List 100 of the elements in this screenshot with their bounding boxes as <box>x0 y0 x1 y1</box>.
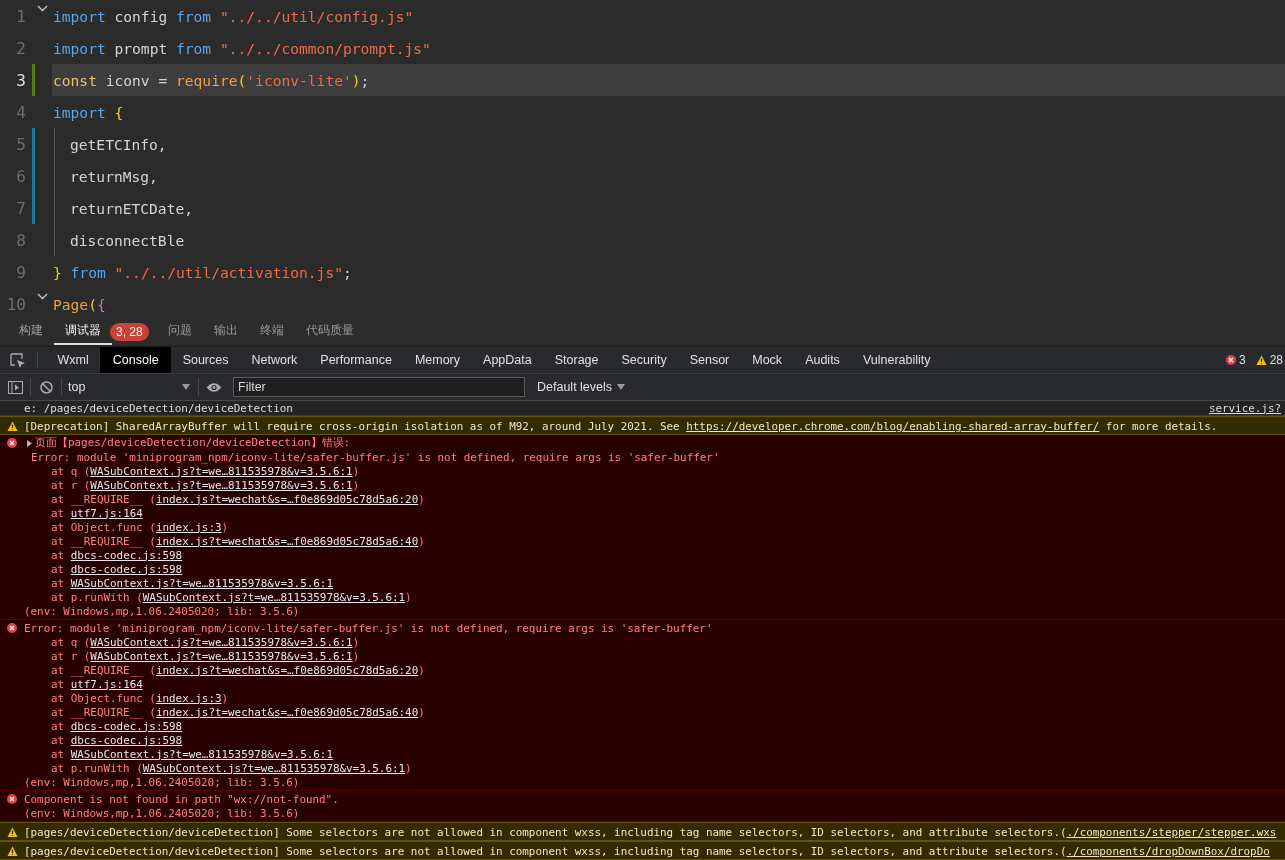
source-link[interactable]: WASubContext.js?t=we…811535978&v=3.5.6:1 <box>90 635 353 649</box>
inspect-icon[interactable] <box>10 352 25 368</box>
devtools-tab[interactable]: Mock <box>740 347 794 373</box>
stack-frame: at WASubContext.js?t=we…811535978&v=3.5.6:1 <box>51 576 333 590</box>
error-icon <box>1225 355 1236 365</box>
panel-tab[interactable]: 输出 <box>202 318 249 345</box>
stack-frame: at q (WASubContext.js?t=we…811535978&v=3.5.6:1) <box>51 635 360 649</box>
code-line: returnMsg, <box>70 167 158 185</box>
panel-tab[interactable]: 问题 <box>156 318 203 345</box>
stack-frame: at dbcs-codec.js:598 <box>51 733 183 747</box>
stack-frame: at __REQUIRE__ (index.js?t=wechat&s=…f0e869d05c78d5a6:20) <box>51 663 425 677</box>
warning-icon <box>6 846 18 856</box>
error-icon <box>7 438 17 448</box>
error-icon <box>7 623 17 633</box>
code-line: import prompt from "../../common/prompt.js" <box>53 39 431 57</box>
dropdown-caret-icon <box>617 384 626 390</box>
source-link[interactable]: WASubContext.js?t=we…811535978&v=3.5.6:1 <box>70 747 333 761</box>
code-line: const iconv = require('iconv-lite'); <box>53 71 370 89</box>
line-number: 4 <box>15 102 26 122</box>
stack-frame: at dbcs-codec.js:598 <box>51 562 183 576</box>
source-link[interactable]: service.js? <box>1208 401 1285 415</box>
warning-count: 28 <box>1269 353 1283 367</box>
source-link[interactable]: dbcs-codec.js:598 <box>70 562 183 576</box>
devtools-tab[interactable]: AppData <box>471 347 544 373</box>
devtools-tab[interactable]: Performance <box>308 347 404 373</box>
source-link[interactable]: WASubContext.js?t=we…811535978&v=3.5.6:1 <box>70 576 333 590</box>
stack-frame: at utf7.js:164 <box>51 677 143 691</box>
source-link[interactable]: index.js:3 <box>155 520 222 534</box>
source-link[interactable]: WASubContext.js?t=we…811535978&v=3.5.6:1 <box>90 478 353 492</box>
log-levels-dropdown[interactable]: Default levels <box>531 379 632 395</box>
devtools-tab[interactable]: Vulnerability <box>851 347 942 373</box>
code-line: Page({ <box>53 295 106 313</box>
source-link[interactable]: dbcs-codec.js:598 <box>70 733 183 747</box>
code-line: } from "../../util/activation.js"; <box>53 263 352 281</box>
panel-tab[interactable]: 终端 <box>248 318 295 345</box>
error-icon <box>7 794 17 804</box>
source-link[interactable]: index.js?t=wechat&s=…f0e869d05c78d5a6:20 <box>155 663 419 677</box>
source-link[interactable]: utf7.js:164 <box>70 677 143 691</box>
line-number: 3 <box>15 70 26 90</box>
line-number: 10 <box>5 294 26 314</box>
devtools-tab[interactable]: Memory <box>403 347 472 373</box>
devtools-tab[interactable]: Sources <box>171 347 240 373</box>
message-text: (env: Windows,mp,1.06.2405020; lib: 3.5.6) <box>24 775 300 789</box>
code-line: getETCInfo, <box>70 135 167 153</box>
source-link[interactable]: index.js?t=wechat&s=…f0e869d05c78d5a6:20 <box>155 492 419 506</box>
devtools-tab[interactable]: Network <box>240 347 309 373</box>
message-text: [pages/deviceDetection/deviceDetection] Some selectors are not allowed in component wxss, including tag name selectors, ID selectors, and attribute selectors.(./components/stepper/stepper.wxs <box>24 825 1277 839</box>
source-link[interactable]: index.js?t=wechat&s=…f0e869d05c78d5a6:40 <box>155 534 419 548</box>
source-link[interactable]: WASubContext.js?t=we…811535978&v=3.5.6:1 <box>142 761 406 775</box>
devtools-tab[interactable]: Audits <box>793 347 852 373</box>
eye-icon <box>206 381 222 393</box>
line-number: 2 <box>15 38 26 58</box>
source-link[interactable]: WASubContext.js?t=we…811535978&v=3.5.6:1 <box>90 464 353 478</box>
source-link[interactable]: ./components/stepper/stepper.wxs <box>1066 825 1277 839</box>
fold-chevron-icon[interactable] <box>37 293 48 300</box>
message-text: [Deprecation] SharedArrayBuffer will require cross-origin isolation as of M92, around July 2021. See https://developer.chrome.com/blog/enabling-shared-array-buffer/ for more details. <box>24 419 1218 433</box>
message-text: 页面【pages/deviceDetection/deviceDetection】错误: <box>35 436 351 450</box>
stack-frame: at utf7.js:164 <box>51 506 143 520</box>
devtools-tab[interactable]: Sensor <box>678 347 741 373</box>
source-link[interactable]: https://developer.chrome.com/blog/enabling-shared-array-buffer/ <box>686 419 1100 433</box>
panel-tab[interactable]: 构建 <box>8 318 54 345</box>
error-count: 3 <box>1238 353 1246 367</box>
code-line: disconnectBle <box>70 231 185 249</box>
filter-field[interactable]: Filter <box>233 377 525 397</box>
stack-frame: at r (WASubContext.js?t=we…811535978&v=3.5.6:1) <box>51 478 360 492</box>
line-number: 7 <box>15 198 26 218</box>
source-link[interactable]: index.js:3 <box>155 691 222 705</box>
devtools-tab[interactable]: Security <box>610 347 679 373</box>
panel-tab[interactable]: 代码质量 <box>294 318 365 345</box>
devtools-tab[interactable]: Console <box>100 347 172 373</box>
line-number: 1 <box>15 6 26 26</box>
message-text: (env: Windows,mp,1.06.2405020; lib: 3.5.6) <box>24 806 300 820</box>
source-link[interactable]: utf7.js:164 <box>70 506 143 520</box>
collapsed-arrow-icon[interactable] <box>26 439 33 447</box>
stack-frame: at p.runWith (WASubContext.js?t=we…811535978&v=3.5.6:1) <box>51 761 412 775</box>
message-text: Error: module 'miniprogram_npm/iconv-lite/safer-buffer.js' is not defined, require args is 'safer-buffer' <box>31 450 720 464</box>
warning-icon <box>6 421 18 431</box>
stack-frame: at dbcs-codec.js:598 <box>51 719 183 733</box>
source-link[interactable]: dbcs-codec.js:598 <box>70 719 183 733</box>
stack-frame: at q (WASubContext.js?t=we…811535978&v=3.5.6:1) <box>51 464 360 478</box>
devtools-tab[interactable]: Wxml <box>46 347 101 373</box>
stack-frame: at __REQUIRE__ (index.js?t=wechat&s=…f0e869d05c78d5a6:40) <box>51 705 425 719</box>
fold-chevron-icon[interactable] <box>37 5 48 12</box>
context-select[interactable]: top <box>62 380 198 394</box>
warning-icon <box>1255 355 1267 365</box>
stack-frame: at __REQUIRE__ (index.js?t=wechat&s=…f0e869d05c78d5a6:20) <box>51 492 425 506</box>
stack-frame: at r (WASubContext.js?t=we…811535978&v=3.5.6:1) <box>51 649 360 663</box>
code-line: import config from "../../util/config.js" <box>53 7 414 25</box>
stack-frame: at Object.func (index.js:3) <box>51 520 229 534</box>
message-text: Error: module 'miniprogram_npm/iconv-lite/safer-buffer.js' is not defined, require args is 'safer-buffer' <box>24 621 713 635</box>
stack-frame: at Object.func (index.js:3) <box>51 691 229 705</box>
source-link[interactable]: ./components/dropDownBox/dropDo <box>1066 844 1270 858</box>
devtools-tab[interactable]: Storage <box>543 347 610 373</box>
source-link[interactable]: index.js?t=wechat&s=…f0e869d05c78d5a6:40 <box>155 705 419 719</box>
source-link[interactable]: WASubContext.js?t=we…811535978&v=3.5.6:1 <box>142 590 406 604</box>
line-number: 6 <box>15 166 26 186</box>
source-link[interactable]: dbcs-codec.js:598 <box>70 548 183 562</box>
line-number: 5 <box>15 134 26 154</box>
line-number: 8 <box>15 230 26 250</box>
source-link[interactable]: WASubContext.js?t=we…811535978&v=3.5.6:1 <box>90 649 353 663</box>
